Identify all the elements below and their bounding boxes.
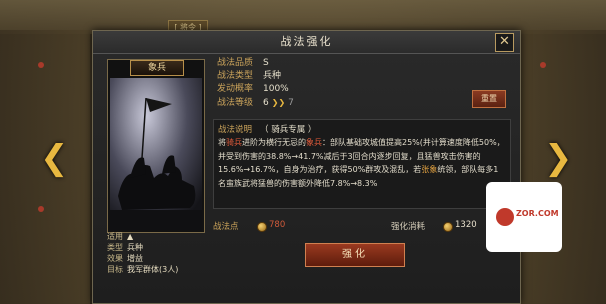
description-text: 将骑兵进阶为横行无忌的象兵：部队基础攻城值提高25%(并计算速度降低50%，并受… (218, 136, 506, 190)
coin-icon (257, 222, 267, 232)
info-row: 类型 兵种 (107, 242, 203, 253)
desc-seg: 进阶为横行无忌的 (242, 138, 306, 147)
card-name-badge: 象兵 (130, 60, 184, 76)
strengthen-cost-value: 1320 (455, 220, 477, 230)
info-key: 效果 (107, 254, 123, 263)
attr-value: 6 (263, 98, 269, 108)
info-row: 适用 ▲ (107, 231, 203, 242)
attr-quality: 战法品质 S (217, 57, 397, 70)
cavalry-art-icon (110, 78, 202, 230)
coin-icon (443, 222, 453, 232)
dialog-title: 战法强化 (280, 35, 333, 48)
attr-next-value: 7 (288, 98, 294, 108)
info-value: ▲ (127, 232, 134, 241)
attr-key: 战法类型 (217, 71, 254, 81)
watermark-logo (496, 208, 514, 226)
tactic-points-value: 780 (269, 220, 286, 230)
attr-key: 发动概率 (217, 84, 254, 94)
level-up-arrow-icon: ❯❯ (271, 98, 286, 107)
tactic-info-list: 适用 ▲ 类型 兵种 效果 增益 目标 我军群体(3人) (107, 231, 203, 275)
desc-highlight: 骑兵 (226, 138, 242, 147)
tactic-attributes: 战法品质 S 战法类型 兵种 发动概率 100% 战法等级 6 ❯❯ 7 (217, 57, 397, 109)
attr-probability: 发动概率 100% (217, 83, 397, 96)
attr-value: 兵种 (263, 71, 282, 81)
tactic-description-box: 战法说明 （ 骑兵专属 ） 将骑兵进阶为横行无忌的象兵：部队基础攻城值提高25%(… (213, 119, 511, 209)
close-button[interactable]: ✕ (495, 33, 514, 52)
side-marker-icon (38, 206, 44, 212)
attr-type: 战法类型 兵种 (217, 70, 397, 83)
attr-key: 战法等级 (217, 98, 254, 108)
attr-key: 战法品质 (217, 58, 254, 68)
watermark-text: ZOR.COM (516, 209, 559, 218)
info-row: 效果 增益 (107, 253, 203, 264)
attr-value: 100% (263, 84, 289, 94)
side-marker-icon (38, 62, 44, 68)
strengthen-cost-label: 强化消耗 (391, 222, 426, 232)
info-row: 目标 我军群体(3人) (107, 264, 203, 275)
tactic-card: 象兵 (107, 59, 205, 233)
info-key: 适用 (107, 232, 123, 241)
info-key: 类型 (107, 243, 123, 252)
desc-highlight: 象兵 (306, 138, 322, 147)
description-label: 战法说明 (218, 125, 253, 135)
info-value: 兵种 (127, 243, 143, 252)
side-marker-icon (540, 62, 546, 68)
info-value: 增益 (127, 254, 143, 263)
next-arrow-icon[interactable]: ❯ (544, 138, 573, 178)
reset-button[interactable]: 重置 (472, 90, 506, 108)
attr-value: S (263, 58, 269, 68)
tactic-points-label: 战法点 (213, 222, 239, 232)
info-value: 我军群体(3人) (127, 265, 179, 274)
attr-level: 战法等级 6 ❯❯ 7 (217, 96, 397, 109)
desc-seg: 将 (218, 138, 226, 147)
strengthen-button[interactable]: 强化 (305, 243, 405, 267)
info-key: 目标 (107, 265, 123, 274)
prev-arrow-icon[interactable]: ❮ (40, 138, 69, 178)
watermark-badge: ZOR.COM (486, 182, 562, 252)
description-tag: （ 骑兵专属 ） (260, 125, 317, 135)
description-header: 战法说明 （ 骑兵专属 ） (218, 123, 316, 135)
resource-row: 战法点 780 强化消耗 1320 (213, 217, 509, 235)
top-banner (0, 0, 606, 34)
tactic-strengthen-dialog: 战法强化 ✕ 象兵 适用 ▲ 类型 兵种 效果 增益 目标 我军群体(3人) 战… (92, 30, 521, 304)
